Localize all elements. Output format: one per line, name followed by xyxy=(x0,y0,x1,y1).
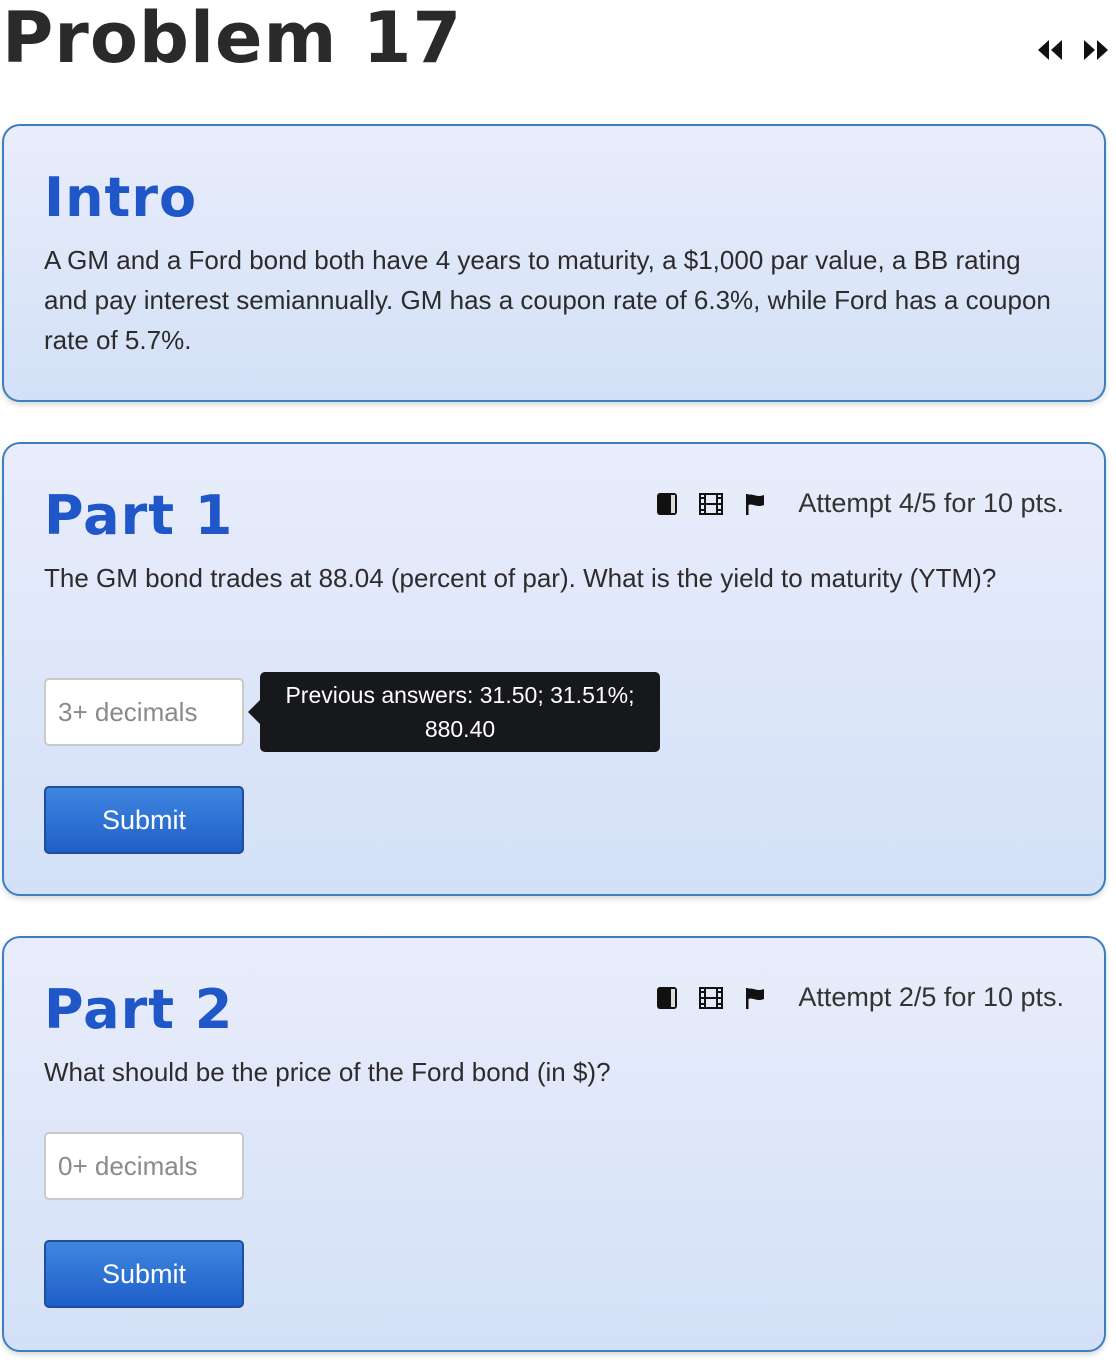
intro-card: Intro A GM and a Ford bond both have 4 y… xyxy=(2,124,1106,402)
attempt-status: Attempt 2/5 for 10 pts. xyxy=(798,982,1064,1012)
page-title: Problem 17 xyxy=(2,0,463,79)
part-2-heading: Part 2 xyxy=(44,978,234,1041)
part-1-card: Part 1 Attempt 4/5 for 10 pts. The GM bo… xyxy=(2,442,1106,896)
fast-forward-icon[interactable] xyxy=(1082,36,1110,64)
intro-text: A GM and a Ford bond both have 4 years t… xyxy=(44,245,1051,355)
part-2-question: What should be the price of the Ford bon… xyxy=(44,1057,611,1087)
rewind-icon[interactable] xyxy=(1036,36,1064,64)
problem-nav xyxy=(1036,36,1110,64)
flag-icon[interactable] xyxy=(742,985,768,1011)
part-1-submit-button[interactable]: Submit xyxy=(44,786,244,854)
intro-heading: Intro xyxy=(44,166,198,229)
part-1-question: The GM bond trades at 88.04 (percent of … xyxy=(44,563,997,593)
part-2-submit-button[interactable]: Submit xyxy=(44,1240,244,1308)
flag-icon[interactable] xyxy=(742,491,768,517)
film-icon[interactable] xyxy=(698,491,724,517)
part-2-toolbar: Attempt 2/5 for 10 pts. xyxy=(654,982,1064,1013)
film-icon[interactable] xyxy=(698,985,724,1011)
attempt-status: Attempt 4/5 for 10 pts. xyxy=(798,488,1064,518)
part-2-card: Part 2 Attempt 2/5 for 10 pts. What shou… xyxy=(2,936,1106,1352)
previous-answers-tooltip: Previous answers: 31.50; 31.51%; 880.40 xyxy=(248,672,660,752)
tooltip-line-1: Previous answers: 31.50; 31.51%; xyxy=(285,682,635,708)
part-1-answer-input[interactable] xyxy=(44,678,244,746)
part-1-heading: Part 1 xyxy=(44,484,234,547)
part-2-answer-input[interactable] xyxy=(44,1132,244,1200)
book-icon[interactable] xyxy=(654,491,680,517)
part-1-toolbar: Attempt 4/5 for 10 pts. xyxy=(654,488,1064,519)
book-icon[interactable] xyxy=(654,985,680,1011)
tooltip-line-2: 880.40 xyxy=(424,716,496,742)
